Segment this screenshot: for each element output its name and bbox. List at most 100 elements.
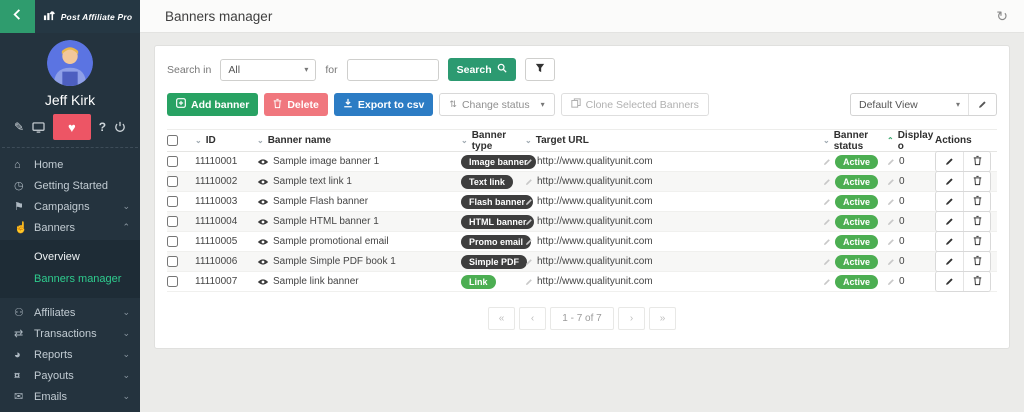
delete-button[interactable] (963, 152, 990, 171)
sidebar-item-reports[interactable]: ◕ Reports ⌄ (0, 344, 140, 365)
row-checkbox[interactable] (167, 276, 178, 287)
edit-button[interactable] (936, 232, 963, 251)
edit-button[interactable] (936, 252, 963, 271)
header-banner-status[interactable]: ⌄Banner status (823, 130, 887, 152)
monitor-icon[interactable] (32, 122, 45, 133)
next-page-button[interactable]: › (618, 307, 645, 330)
edit-display-icon[interactable] (887, 178, 895, 186)
edit-display-icon[interactable] (887, 158, 895, 166)
row-checkbox[interactable] (167, 176, 178, 187)
row-checkbox[interactable] (167, 196, 178, 207)
sidebar-item-affiliates[interactable]: ⚇ Affiliates ⌄ (0, 302, 140, 323)
topbar: Banners manager ↻ (140, 0, 1024, 33)
delete-button[interactable] (963, 272, 990, 291)
header-banner-type[interactable]: ⌄Banner type (461, 130, 525, 152)
delete-button[interactable] (963, 252, 990, 271)
row-actions (935, 191, 991, 212)
prev-page-button[interactable]: ‹ (519, 307, 546, 330)
edit-status-icon[interactable] (823, 278, 831, 286)
header-display-order[interactable]: ⌃Display o (887, 130, 935, 152)
edit-profile-icon[interactable]: ✎ (14, 121, 24, 133)
edit-button[interactable] (936, 272, 963, 291)
stopwatch-icon: ◷ (14, 179, 34, 192)
edit-view-button[interactable] (969, 94, 996, 115)
sidebar-nav: ⌂ Home ◷ Getting Started ⚑ Campaigns ⌄ ☝… (0, 148, 140, 412)
clone-selected-button[interactable]: Clone Selected Banners (561, 93, 709, 116)
edit-url-icon[interactable] (525, 278, 533, 286)
edit-display-icon[interactable] (887, 218, 895, 226)
sidebar-item-emails[interactable]: ✉ Emails ⌄ (0, 386, 140, 407)
envelope-icon: ✉ (14, 390, 34, 403)
collapse-sidebar-button[interactable] (0, 0, 35, 33)
add-banner-button[interactable]: Add banner (167, 93, 258, 116)
edit-status-icon[interactable] (823, 198, 831, 206)
sort-chevron-icon: ⌄ (195, 136, 202, 145)
sidebar-item-transactions[interactable]: ⇄ Transactions ⌄ (0, 323, 140, 344)
heart-icon[interactable]: ♥ (53, 114, 91, 140)
edit-display-icon[interactable] (887, 198, 895, 206)
edit-button[interactable] (936, 172, 963, 191)
delete-button[interactable] (963, 192, 990, 211)
sidebar-item-configuration[interactable]: ⚙ Configuration (0, 407, 140, 412)
edit-url-icon[interactable] (525, 258, 533, 266)
help-icon[interactable]: ? (99, 121, 106, 133)
edit-status-icon[interactable] (823, 178, 831, 186)
edit-button[interactable] (936, 152, 963, 171)
edit-status-icon[interactable] (823, 218, 831, 226)
delete-button[interactable] (963, 172, 990, 191)
edit-url-icon[interactable] (525, 198, 533, 206)
export-csv-button[interactable]: Export to csv (334, 93, 434, 116)
edit-display-icon[interactable] (887, 258, 895, 266)
first-page-button[interactable]: « (488, 307, 515, 330)
header-banner-name[interactable]: ⌄Banner name (257, 135, 461, 146)
row-checkbox[interactable] (167, 216, 178, 227)
submenu-item-overview[interactable]: Overview (0, 246, 140, 268)
search-button[interactable]: Search (448, 58, 516, 81)
avatar[interactable] (47, 40, 93, 86)
edit-url-icon[interactable] (525, 238, 533, 246)
search-input[interactable] (347, 59, 439, 81)
submenu-item-banners-manager[interactable]: Banners manager (0, 268, 140, 290)
row-checkbox[interactable] (167, 156, 178, 167)
last-page-button[interactable]: » (649, 307, 676, 330)
eye-icon[interactable] (257, 178, 269, 186)
eye-icon[interactable] (257, 198, 269, 206)
row-actions (935, 211, 991, 232)
delete-button[interactable] (963, 232, 990, 251)
edit-url-icon[interactable] (525, 178, 533, 186)
edit-url-icon[interactable] (525, 218, 533, 226)
edit-button[interactable] (936, 212, 963, 231)
eye-icon[interactable] (257, 158, 269, 166)
filter-button[interactable] (525, 58, 555, 81)
header-target-url[interactable]: ⌄Target URL (525, 135, 823, 146)
change-status-button[interactable]: ⇅ Change status ▾ (439, 93, 554, 116)
sidebar-item-campaigns[interactable]: ⚑ Campaigns ⌄ (0, 196, 140, 217)
edit-url-icon[interactable] (525, 158, 533, 166)
header-id[interactable]: ⌄ID (195, 135, 257, 146)
eye-icon[interactable] (257, 238, 269, 246)
sidebar-item-home[interactable]: ⌂ Home (0, 154, 140, 175)
eye-icon[interactable] (257, 258, 269, 266)
app-logo[interactable]: Post Affiliate Pro (35, 0, 140, 33)
delete-button[interactable] (963, 212, 990, 231)
sidebar-item-getting-started[interactable]: ◷ Getting Started (0, 175, 140, 196)
refresh-icon[interactable]: ↻ (996, 8, 1008, 25)
delete-button[interactable]: Delete (264, 93, 328, 116)
edit-status-icon[interactable] (823, 158, 831, 166)
edit-display-icon[interactable] (887, 238, 895, 246)
sidebar-item-banners[interactable]: ☝ Banners ⌃ (0, 217, 140, 238)
edit-status-icon[interactable] (823, 258, 831, 266)
table-row: 11110001 Sample image banner 1 Image ban… (167, 152, 997, 172)
edit-display-icon[interactable] (887, 278, 895, 286)
eye-icon[interactable] (257, 218, 269, 226)
sidebar-item-payouts[interactable]: ¤ Payouts ⌄ (0, 365, 140, 386)
row-checkbox[interactable] (167, 236, 178, 247)
edit-status-icon[interactable] (823, 238, 831, 246)
edit-button[interactable] (936, 192, 963, 211)
select-all-checkbox[interactable] (167, 135, 178, 146)
search-scope-select[interactable]: All ▾ (220, 59, 316, 81)
view-select[interactable]: Default View ▾ (851, 94, 969, 115)
eye-icon[interactable] (257, 278, 269, 286)
power-icon[interactable] (114, 121, 126, 133)
row-checkbox[interactable] (167, 256, 178, 267)
